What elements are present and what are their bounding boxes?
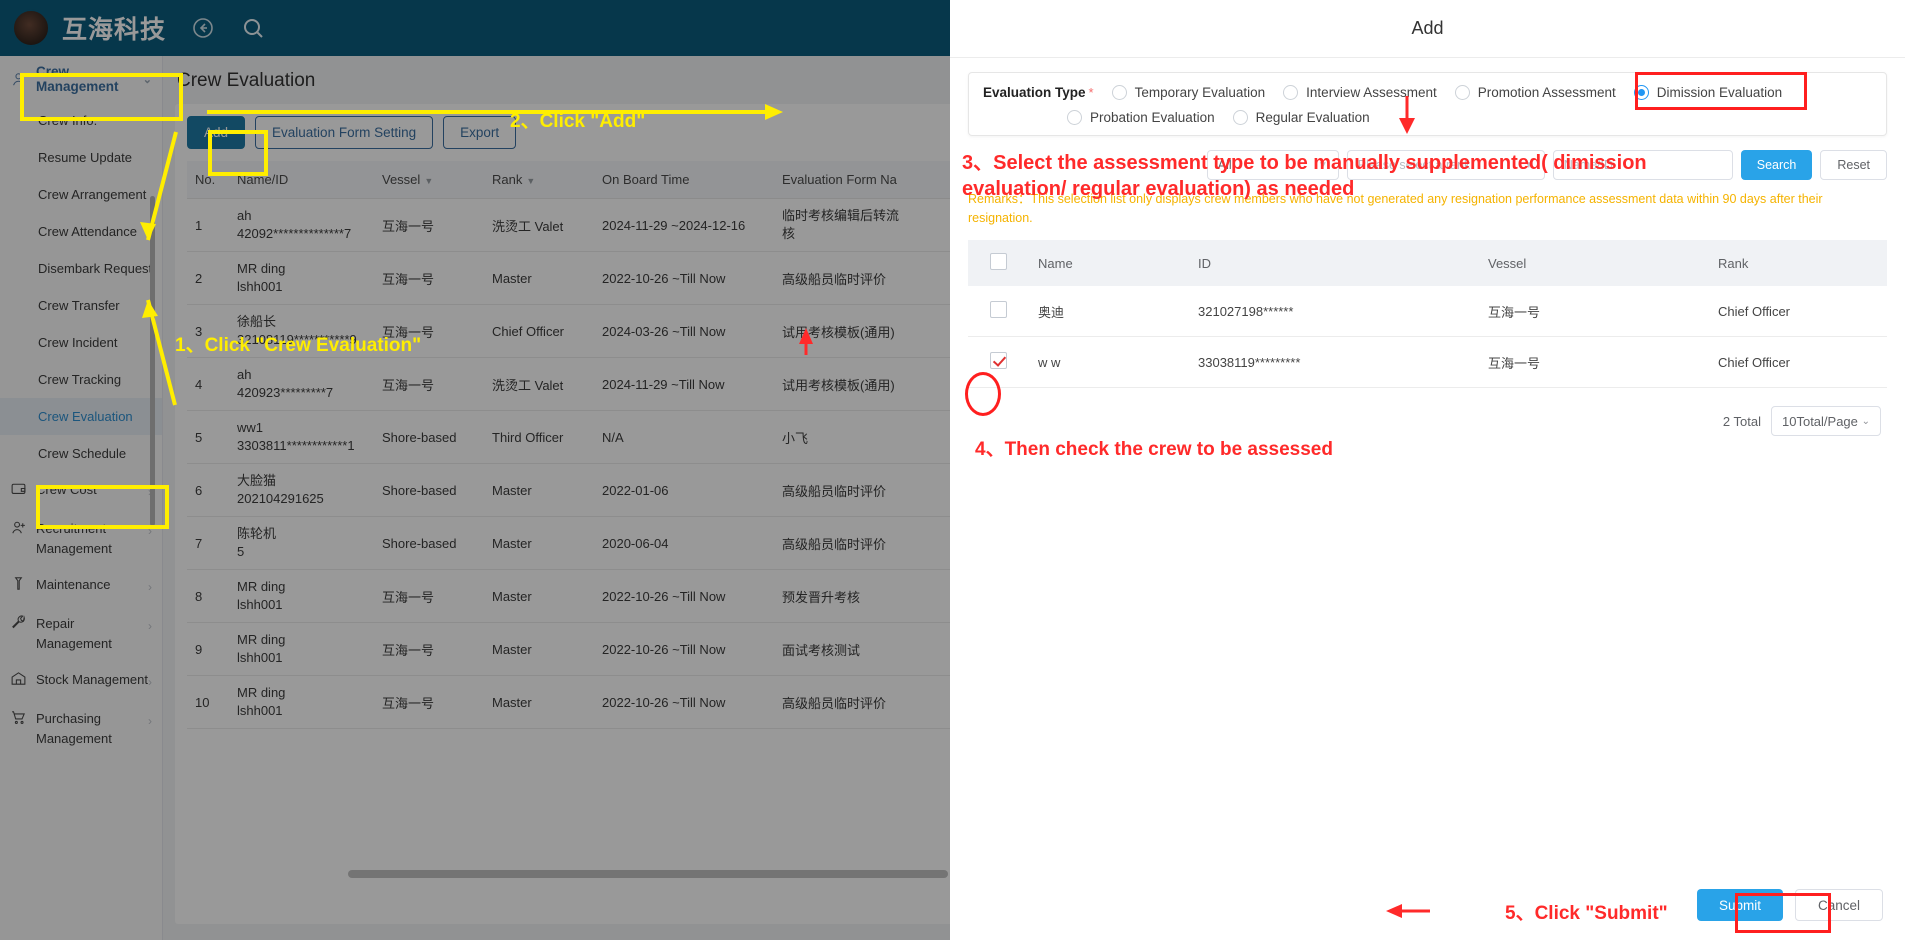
radio-dot-icon — [1633, 85, 1649, 100]
crew-selection-table: Name ID Vessel Rank 奥迪 321027198****** 互… — [968, 240, 1887, 388]
required-mark: * — [1088, 85, 1094, 100]
radio-label: Probation Evaluation — [1090, 110, 1215, 125]
annotation-step-1: 1、Click "Crew Evaluation" — [175, 335, 422, 356]
select-all-checkbox[interactable] — [990, 253, 1007, 270]
annotation-step-3-line-2: evaluation/ regular evaluation) as neede… — [962, 178, 1355, 200]
row-checkbox-cell[interactable] — [968, 336, 1030, 388]
column-header-rank: Rank — [1710, 240, 1887, 286]
radio-regular-evaluation[interactable]: Regular Evaluation — [1232, 110, 1370, 125]
evaluation-type-panel: Evaluation Type * Temporary Evaluation I… — [968, 72, 1887, 136]
cell-rank: Chief Officer — [1710, 286, 1887, 337]
row-checkbox-cell[interactable] — [968, 286, 1030, 337]
search-button[interactable]: Search — [1740, 150, 1813, 180]
radio-label: Regular Evaluation — [1255, 110, 1370, 125]
radio-dot-icon — [1232, 110, 1248, 125]
radio-label: Interview Assessment — [1306, 85, 1437, 100]
evaluation-type-label: Evaluation Type — [983, 85, 1086, 100]
cell-vessel: 互海一号 — [1480, 286, 1710, 337]
reset-button[interactable]: Reset — [1820, 150, 1887, 180]
radio-label: Temporary Evaluation — [1134, 85, 1266, 100]
modal-title: Add — [950, 0, 1905, 58]
page-size-select[interactable]: 10Total/Page ⌄ — [1771, 406, 1881, 436]
page-size-value: 10Total/Page — [1782, 413, 1858, 429]
modal-footer: Submit Cancel — [950, 870, 1905, 940]
cell-name: 奥迪 — [1030, 286, 1190, 337]
cell-rank: Chief Officer — [1710, 336, 1887, 388]
radio-interview-assessment[interactable]: Interview Assessment — [1283, 85, 1437, 100]
row-checkbox[interactable] — [990, 352, 1007, 369]
row-checkbox[interactable] — [990, 301, 1007, 318]
evaluation-type-row-2: Probation Evaluation Regular Evaluation — [1067, 110, 1872, 125]
radio-label: Promotion Assessment — [1477, 85, 1616, 100]
cancel-button[interactable]: Cancel — [1794, 889, 1883, 921]
radio-label: Dimission Evaluation — [1656, 85, 1783, 100]
selection-table-row[interactable]: 奥迪 321027198****** 互海一号 Chief Officer — [968, 286, 1887, 337]
select-all-header[interactable] — [968, 240, 1030, 286]
cell-name: w w — [1030, 336, 1190, 388]
pagination: 2 Total 10Total/Page ⌄ — [968, 406, 1887, 436]
radio-dot-icon — [1283, 85, 1299, 100]
radio-dot-icon — [1067, 110, 1082, 125]
annotation-step-3-line-1: 3、Select the assessment type to be manua… — [962, 152, 1647, 174]
selection-table-header-row: Name ID Vessel Rank — [968, 240, 1887, 286]
selection-table-row[interactable]: w w 33038119********* 互海一号 Chief Officer — [968, 336, 1887, 388]
radio-dot-icon — [1454, 85, 1470, 100]
add-evaluation-modal: Add Evaluation Type * Temporary Evaluati… — [950, 0, 1905, 940]
cell-id: 33038119********* — [1190, 336, 1480, 388]
annotation-step-5: 5、Click "Submit" — [1505, 903, 1668, 924]
selection-table-body: 奥迪 321027198****** 互海一号 Chief Officer w … — [968, 286, 1887, 388]
annotation-step-2: 2、Click "Add" — [510, 111, 646, 132]
radio-temporary-evaluation[interactable]: Temporary Evaluation — [1111, 85, 1266, 100]
cell-id: 321027198****** — [1190, 286, 1480, 337]
column-header-vessel: Vessel — [1480, 240, 1710, 286]
radio-dimission-evaluation[interactable]: Dimission Evaluation — [1633, 85, 1783, 100]
evaluation-type-row-1: Evaluation Type * Temporary Evaluation I… — [983, 85, 1872, 100]
cell-vessel: 互海一号 — [1480, 336, 1710, 388]
annotation-step-4: 4、Then check the crew to be assessed — [975, 439, 1333, 460]
total-count: 2 Total — [1722, 413, 1761, 429]
radio-dot-icon — [1111, 85, 1127, 100]
radio-probation-evaluation[interactable]: Probation Evaluation — [1067, 110, 1215, 125]
chevron-down-icon: ⌄ — [1861, 415, 1870, 427]
column-header-name: Name — [1030, 240, 1190, 286]
radio-promotion-assessment[interactable]: Promotion Assessment — [1454, 85, 1616, 100]
submit-button[interactable]: Submit — [1696, 889, 1783, 921]
column-header-id: ID — [1190, 240, 1480, 286]
